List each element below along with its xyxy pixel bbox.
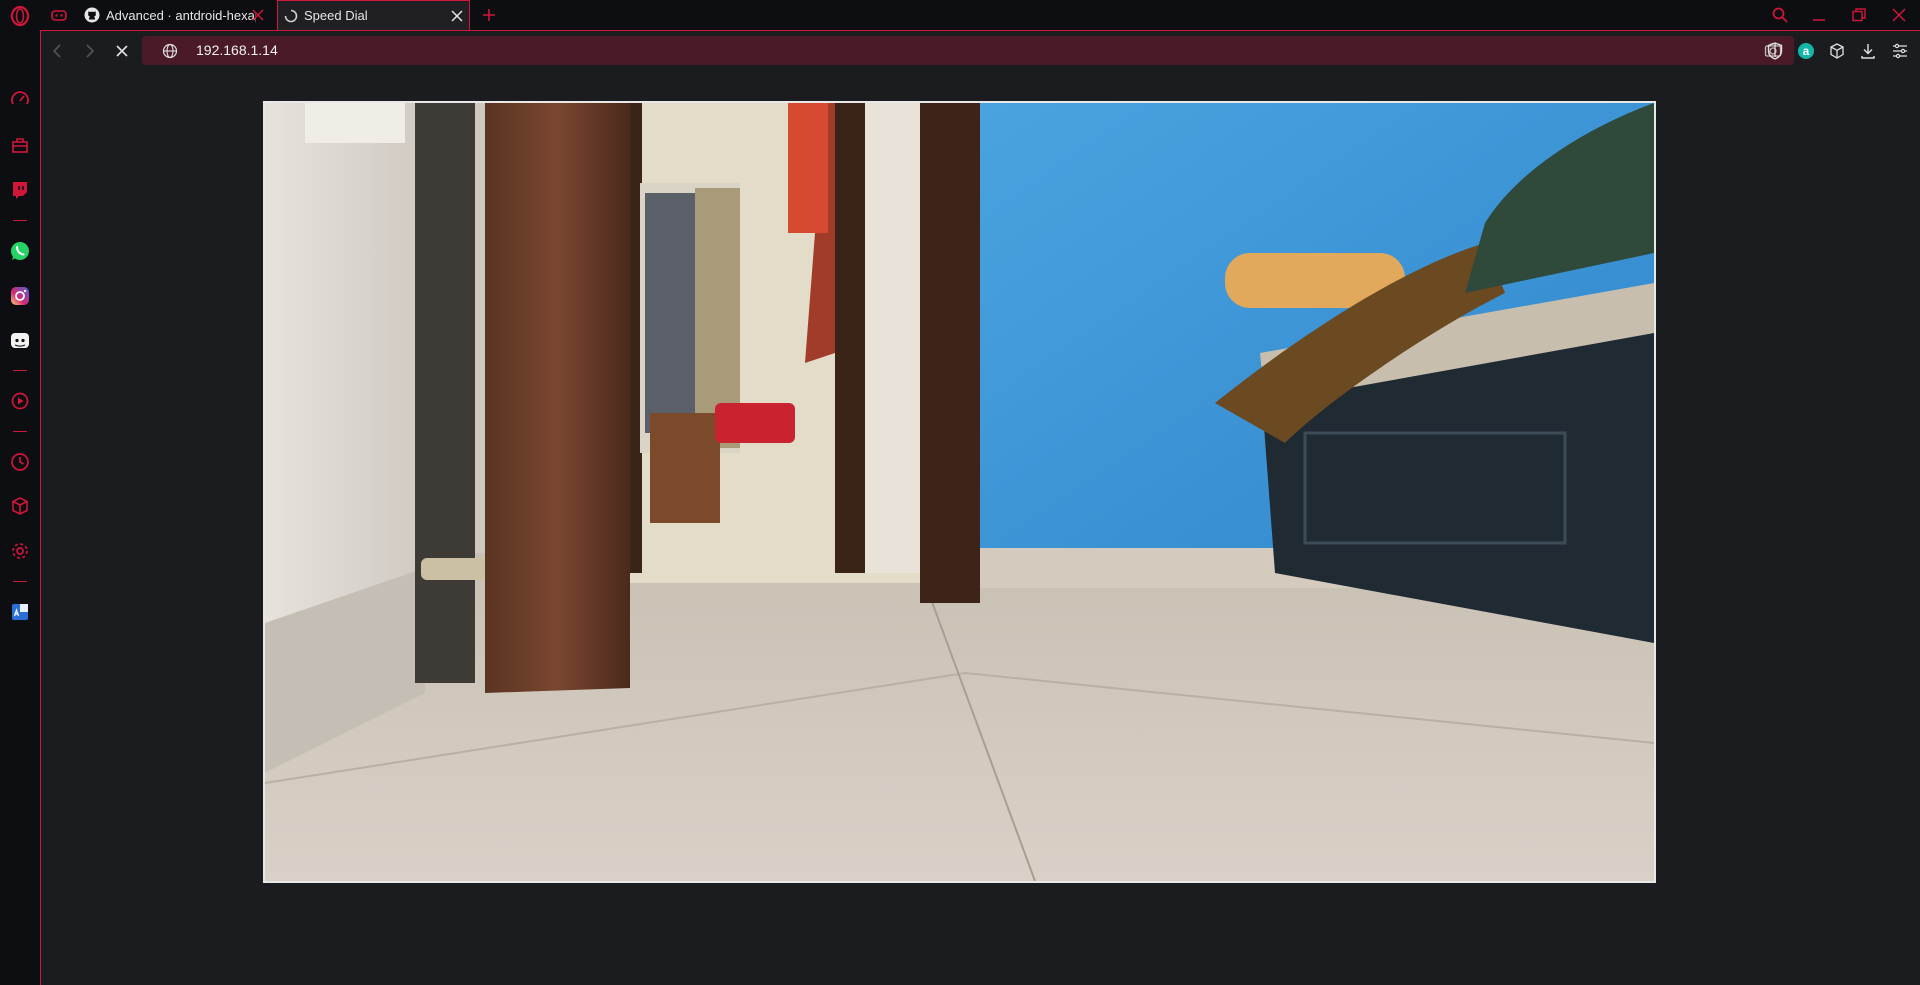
address-toolbar: 192.168.1.14 a bbox=[41, 30, 1920, 71]
sidebar-divider bbox=[40, 30, 41, 985]
discord-icon[interactable] bbox=[8, 329, 32, 353]
restore-icon[interactable] bbox=[1850, 6, 1868, 24]
shopping-bag-icon[interactable] bbox=[8, 133, 32, 157]
address-bar[interactable]: 192.168.1.14 bbox=[142, 36, 1794, 65]
svg-text:a: a bbox=[1803, 44, 1810, 58]
forward-icon[interactable] bbox=[78, 40, 100, 62]
tab-speed-dial[interactable]: Speed Dial bbox=[277, 0, 470, 30]
extensions-cube-icon[interactable] bbox=[1827, 41, 1847, 61]
sidebar-separator bbox=[13, 581, 27, 582]
close-window-icon[interactable] bbox=[1890, 6, 1908, 24]
tab-advanced[interactable]: Advanced · antdroid-hexapod bbox=[80, 0, 270, 30]
github-icon bbox=[84, 7, 100, 23]
easy-setup-icon[interactable] bbox=[1890, 41, 1910, 61]
room-photo bbox=[265, 103, 1654, 881]
opera-menu-icon[interactable] bbox=[6, 5, 34, 27]
speed-dial-icon[interactable] bbox=[8, 88, 32, 112]
sidebar-top bbox=[0, 30, 40, 70]
camera-stream-image bbox=[263, 101, 1656, 883]
close-tab-icon[interactable] bbox=[451, 10, 463, 22]
player-icon[interactable] bbox=[8, 389, 32, 413]
sidebar-separator bbox=[13, 370, 27, 371]
tab-title: Advanced · antdroid-hexapod bbox=[106, 7, 256, 23]
twitch-icon[interactable] bbox=[8, 178, 32, 202]
back-icon[interactable] bbox=[47, 40, 69, 62]
history-icon[interactable] bbox=[8, 450, 32, 474]
tab-strip: Advanced · antdroid-hexapod Speed Dial bbox=[0, 0, 1920, 30]
extensions-icon[interactable] bbox=[8, 494, 32, 518]
minimize-icon[interactable] bbox=[1810, 6, 1828, 24]
tab-title: Speed Dial bbox=[304, 8, 368, 23]
sidebar-separator bbox=[13, 431, 27, 432]
globe-icon bbox=[162, 43, 178, 59]
loading-spinner-icon bbox=[284, 9, 298, 22]
whatsapp-icon[interactable] bbox=[8, 239, 32, 263]
amazon-assistant-icon[interactable]: a bbox=[1796, 41, 1816, 61]
close-tab-icon[interactable] bbox=[252, 9, 264, 21]
gx-corner-icon[interactable] bbox=[50, 7, 68, 23]
stop-loading-icon[interactable] bbox=[111, 40, 133, 62]
translator-icon[interactable] bbox=[8, 600, 32, 624]
download-icon[interactable] bbox=[1858, 41, 1878, 61]
settings-icon[interactable] bbox=[8, 539, 32, 563]
sidebar bbox=[0, 70, 40, 985]
search-tabs-icon[interactable] bbox=[1771, 6, 1789, 24]
sidebar-separator bbox=[13, 220, 27, 221]
vpn-shield-icon[interactable] bbox=[1765, 41, 1785, 61]
instagram-icon[interactable] bbox=[8, 284, 32, 308]
url-text[interactable]: 192.168.1.14 bbox=[196, 42, 278, 58]
new-tab-icon[interactable] bbox=[480, 6, 498, 24]
